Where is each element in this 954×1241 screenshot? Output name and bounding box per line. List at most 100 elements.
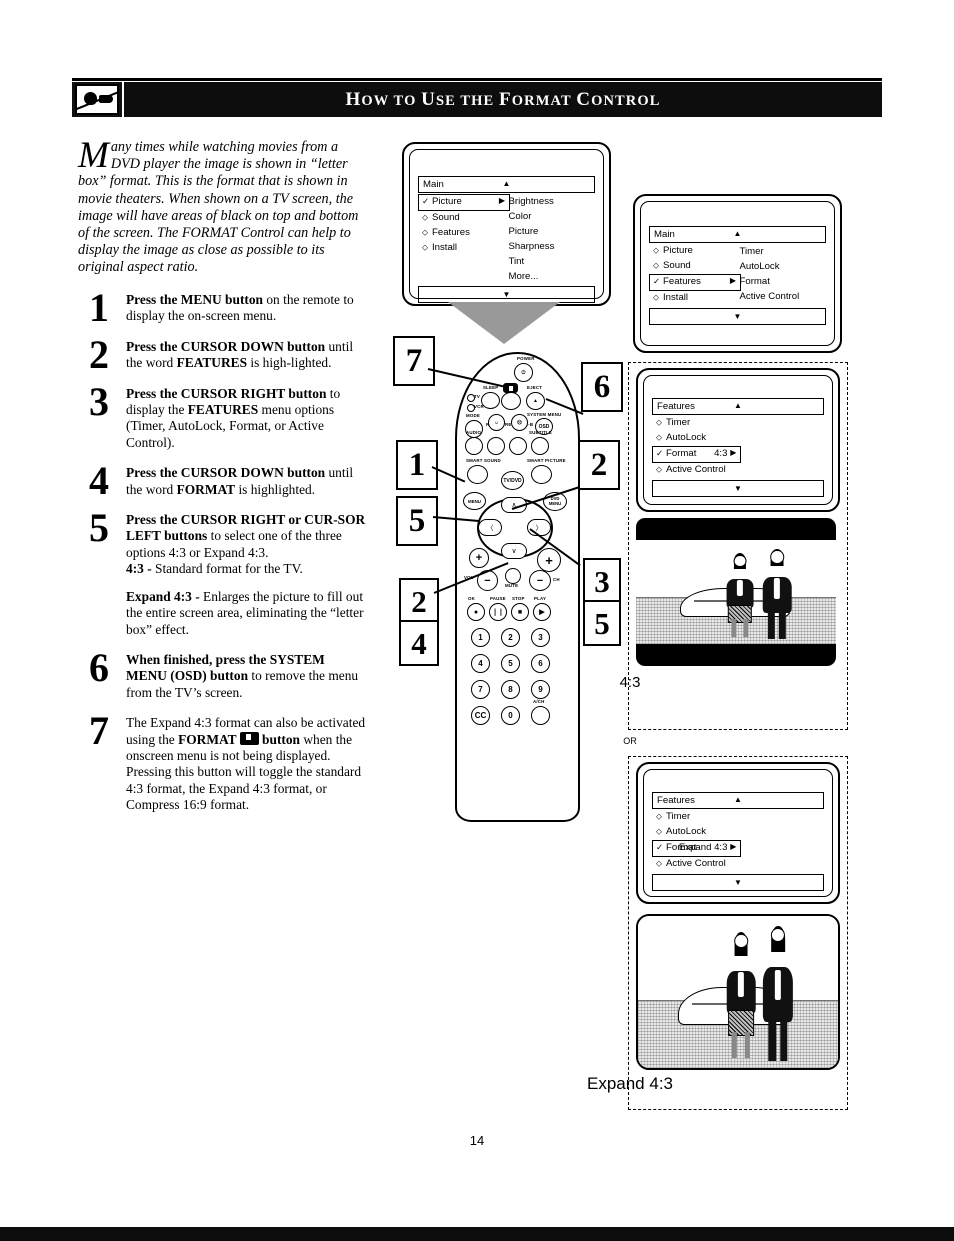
play-button[interactable]: ▶ (533, 603, 551, 621)
row-label: Install (432, 242, 458, 254)
ok-button[interactable]: ● (467, 603, 485, 621)
osd-submenu-item[interactable]: Brightness (507, 194, 596, 209)
callout-badge-5-left: 5 (396, 496, 438, 546)
volume-up-button[interactable]: + (469, 548, 489, 568)
step-7: 7 The Expand 4:3 format can also be activ… (78, 709, 368, 813)
osd-row-sound[interactable]: ⬦ Sound (649, 259, 741, 274)
osd-row-timer[interactable]: ⬦ Timer (652, 416, 741, 431)
pause-button[interactable]: ❘❘ (489, 603, 507, 621)
picture-panel-expand43 (636, 914, 840, 1070)
mode-button[interactable] (465, 420, 483, 438)
callout-badge-2-top: 2 (578, 440, 620, 490)
key-cc-button[interactable]: CC (471, 706, 490, 725)
key-9-button[interactable]: 9 (531, 680, 550, 699)
osd-row-sound[interactable]: ⬦ Sound (418, 211, 510, 226)
osd-row-picture[interactable]: ⬦ Picture (649, 244, 741, 259)
osd-submenu-item[interactable]: Active Control (738, 289, 827, 304)
mute-label: MUTE (505, 583, 519, 588)
row-bullet-icon: ✓ (656, 842, 664, 852)
row-label: Features (432, 227, 470, 239)
smart-picture-label: SMART PICTURE (527, 458, 566, 463)
key-3-button[interactable]: 3 (531, 628, 550, 647)
osd-row-format[interactable]: ✓ Format Expand 4:3 ▶ (652, 840, 742, 857)
osd-row-install[interactable]: ⬦ Install (418, 241, 510, 256)
osd-bottom-bar[interactable]: ▼ (418, 286, 595, 303)
menu-button[interactable]: MENU (463, 492, 486, 510)
row-label: Timer (666, 417, 691, 429)
row-bullet-icon: ⬦ (656, 858, 662, 868)
key-4-button[interactable]: 4 (471, 654, 490, 673)
vcr-indicator-label: VCR (474, 404, 484, 409)
osd-row-features[interactable]: ⬦ Features (418, 226, 510, 241)
intro-paragraph: Many times while watching movies from a … (78, 137, 363, 277)
tv-dvd-button[interactable]: TV/DVD (501, 471, 524, 490)
key-2-button[interactable]: 2 (501, 628, 520, 647)
key-5-button[interactable]: 5 (501, 654, 520, 673)
step-text: Press the MENU button on the remote to d… (126, 292, 354, 324)
row-bullet-icon: ⬦ (653, 245, 659, 255)
audio-button[interactable] (465, 437, 483, 455)
person-left (724, 931, 758, 1059)
key-6-button[interactable]: 6 (531, 654, 550, 673)
osd-row-features[interactable]: ✓ Features ▶ (649, 274, 742, 291)
osd-submenu-item[interactable]: More... (507, 269, 596, 284)
key-1-button[interactable]: 1 (471, 628, 490, 647)
osd-row-format[interactable]: ✓ Format 4:3 ▶ (652, 446, 742, 463)
row-bullet-icon: ⬦ (422, 227, 428, 237)
osd-submenu-item[interactable]: Color (507, 209, 596, 224)
osd-row-timer[interactable]: ⬦ Timer (652, 810, 741, 825)
a-ch-button[interactable] (531, 706, 550, 725)
tv-indicator-label: TV (474, 394, 481, 399)
osd-row-active-control[interactable]: ⬦ Active Control (652, 857, 741, 872)
smart-picture-button[interactable] (531, 465, 552, 484)
step-text: When finished, press the SYSTEM MENU (OS… (126, 651, 359, 700)
scroll-up-icon[interactable]: ▲ (734, 229, 742, 238)
osd-row-picture[interactable]: ✓ Picture ▶ (418, 194, 511, 211)
osd-title-text: Features (657, 794, 695, 806)
row-bullet-icon: ⬦ (656, 432, 662, 442)
row-bullet-icon: ⬦ (422, 242, 428, 252)
step-number: 7 (89, 708, 109, 754)
smart-sound-button[interactable] (467, 465, 488, 484)
replay-ab-button[interactable]: ☹ (511, 414, 528, 431)
scroll-up-icon[interactable]: ▲ (503, 179, 511, 188)
osd-submenu-item[interactable]: Tint (507, 254, 596, 269)
osd-row-install[interactable]: ⬦ Install (649, 291, 741, 306)
eject-button[interactable]: ▲ (526, 392, 545, 410)
row-arrow-icon: ▶ (729, 276, 737, 286)
osd-bottom-bar[interactable]: ▼ (649, 308, 826, 325)
stop-button[interactable]: ■ (511, 603, 529, 621)
osd-row-list: ⬦ Picture ⬦ Sound ✓ Features ▶ ⬦ Install Timer Aut… (649, 244, 826, 306)
replay-button-2[interactable] (487, 437, 505, 455)
key-7-button[interactable]: 7 (471, 680, 490, 699)
osd-submenu-item[interactable]: Format (738, 274, 827, 289)
osd-row-autolock[interactable]: ⬦ AutoLock (652, 825, 741, 840)
row-bullet-icon: ⬦ (653, 260, 659, 270)
power-button[interactable]: ⏻ (514, 363, 533, 382)
osd-submenu-item[interactable]: Picture (507, 224, 596, 239)
subtitle-button[interactable] (531, 437, 549, 455)
channel-up-button[interactable]: + (537, 548, 561, 572)
format-button[interactable] (501, 392, 521, 410)
cursor-left-button[interactable]: 〈 (478, 519, 502, 536)
key-8-button[interactable]: 8 (501, 680, 520, 699)
row-label: Picture (663, 245, 693, 257)
channel-down-button[interactable]: − (529, 570, 551, 591)
osd-submenu-item[interactable]: Timer (738, 244, 827, 259)
osd-submenu-item[interactable]: AutoLock (738, 259, 827, 274)
scroll-up-icon[interactable]: ▲ (734, 401, 742, 410)
scroll-up-icon[interactable]: ▲ (734, 795, 742, 804)
a-ch-label: A/CH (533, 699, 545, 704)
osd-row-autolock[interactable]: ⬦ AutoLock (652, 431, 741, 446)
replay-button[interactable]: ☺ (488, 414, 505, 431)
mode-label: MODE (466, 413, 480, 418)
osd-row-active-control[interactable]: ⬦ Active Control (652, 463, 741, 478)
cursor-down-button[interactable]: ∨ (501, 543, 527, 559)
replay-ab-button-2[interactable] (509, 437, 527, 455)
key-0-button[interactable]: 0 (501, 706, 520, 725)
osd-bottom-bar[interactable]: ▼ (652, 874, 824, 891)
mute-button[interactable] (505, 568, 521, 584)
row-label: Install (663, 292, 689, 304)
osd-submenu-item[interactable]: Sharpness (507, 239, 596, 254)
osd-bottom-bar[interactable]: ▼ (652, 480, 824, 497)
